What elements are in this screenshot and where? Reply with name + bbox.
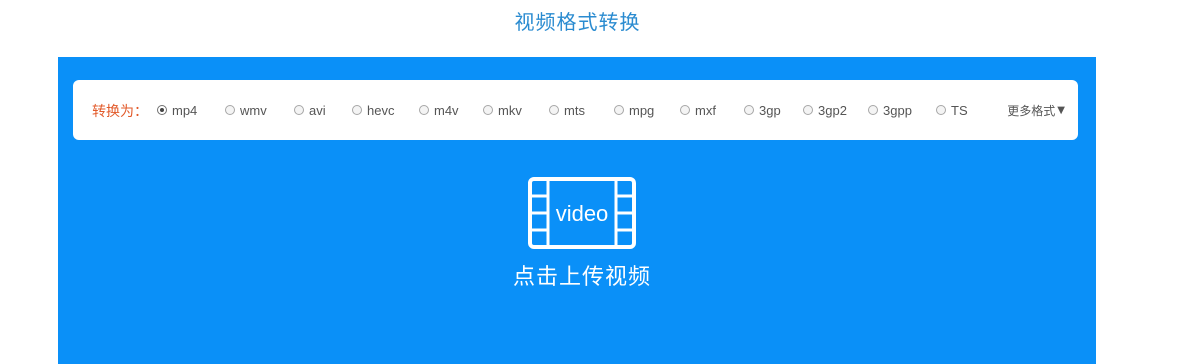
format-option-mpg[interactable]: mpg: [614, 101, 654, 119]
format-option-3gp[interactable]: 3gp: [744, 101, 781, 119]
video-file-icon: video: [528, 177, 636, 249]
upload-panel: 转换为： mp4 wmv avi hevc m4v mkv mts mpg mx…: [58, 57, 1096, 364]
format-option-wmv[interactable]: wmv: [225, 101, 267, 119]
format-option-label: mts: [564, 102, 585, 118]
format-option-label: TS: [951, 102, 968, 118]
format-option-mkv[interactable]: mkv: [483, 101, 522, 119]
format-option-label: hevc: [367, 102, 395, 118]
radio-button[interactable]: [419, 105, 429, 115]
format-option-3gp2[interactable]: 3gp2: [803, 101, 847, 119]
format-option-label: mxf: [695, 102, 716, 118]
format-option-label: 3gp2: [818, 102, 847, 118]
radio-button[interactable]: [483, 105, 493, 115]
format-option-label: avi: [309, 102, 326, 118]
radio-button[interactable]: [868, 105, 878, 115]
radio-button[interactable]: [225, 105, 235, 115]
format-option-label: wmv: [240, 102, 267, 118]
format-option-3gpp[interactable]: 3gpp: [868, 101, 912, 119]
upload-video-label: 点击上传视频: [512, 265, 651, 290]
format-option-mp4[interactable]: mp4: [157, 101, 197, 119]
video-icon-text: video: [556, 201, 609, 226]
radio-button[interactable]: [936, 105, 946, 115]
format-option-label: mkv: [498, 102, 522, 118]
radio-button[interactable]: [294, 105, 304, 115]
format-option-label: 3gpp: [883, 102, 912, 118]
radio-button[interactable]: [744, 105, 754, 115]
page-title: 视频格式转换: [514, 10, 641, 34]
radio-button[interactable]: [352, 105, 362, 115]
more-formats-label: 更多格式: [1007, 104, 1056, 118]
format-option-label: mpg: [629, 102, 655, 118]
upload-video-area[interactable]: video 点击上传视频: [58, 177, 1096, 317]
format-option-mxf[interactable]: mxf: [680, 101, 716, 119]
more-formats-dropdown[interactable]: 更多格式 ▼: [1007, 102, 1065, 119]
convert-to-label: 转换为：: [92, 104, 148, 120]
radio-button[interactable]: [803, 105, 813, 115]
radio-button[interactable]: [614, 105, 624, 115]
radio-button[interactable]: [680, 105, 690, 115]
format-option-hevc[interactable]: hevc: [352, 101, 394, 119]
format-option-label: m4v: [434, 102, 459, 118]
format-option-label: mp4: [172, 102, 198, 118]
format-option-label: 3gp: [759, 102, 781, 118]
format-option-mts[interactable]: mts: [549, 101, 585, 119]
format-option-avi[interactable]: avi: [294, 101, 326, 119]
caret-down-icon: ▼: [1057, 105, 1065, 116]
format-option-m4v[interactable]: m4v: [419, 101, 459, 119]
radio-button[interactable]: [157, 105, 167, 115]
format-option-ts[interactable]: TS: [936, 101, 968, 119]
radio-button[interactable]: [549, 105, 559, 115]
format-selector-bar: 转换为： mp4 wmv avi hevc m4v mkv mts mpg mx…: [73, 80, 1078, 140]
